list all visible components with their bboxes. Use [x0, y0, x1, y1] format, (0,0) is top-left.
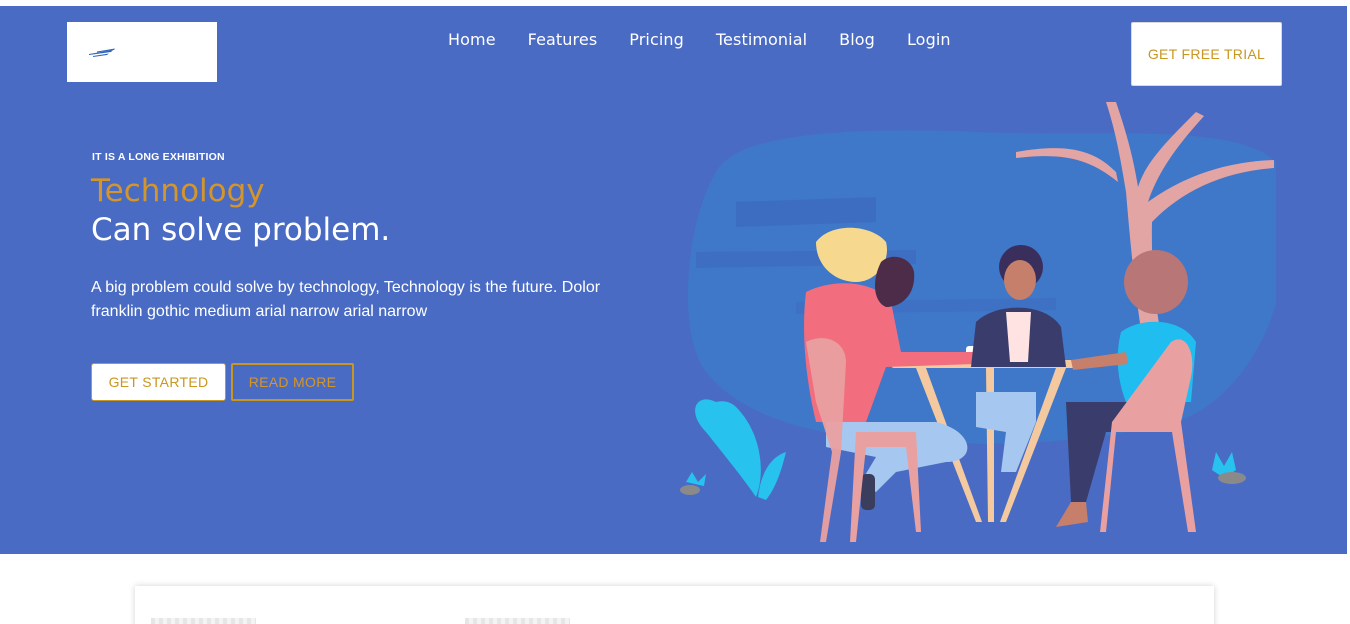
hero-headline: Can solve problem. [91, 212, 391, 248]
card-thumb-placeholder [465, 618, 570, 624]
read-more-button[interactable]: READ MORE [231, 363, 354, 401]
nav-pricing[interactable]: Pricing [613, 30, 700, 49]
card-thumb-placeholder [151, 618, 256, 624]
hero-section: Home Features Pricing Testimonial Blog L… [0, 6, 1347, 554]
logo-icon [89, 48, 115, 57]
feature-card [135, 586, 1214, 624]
nav-blog[interactable]: Blog [823, 30, 891, 49]
get-started-button[interactable]: GET STARTED [91, 363, 226, 401]
brand-logo[interactable] [67, 22, 217, 82]
hero-description: A big problem could solve by technology,… [91, 279, 601, 320]
hero-kicker: IT IS A LONG EXHIBITION [92, 151, 225, 163]
people-at-table-illustration [680, 102, 1276, 542]
nav-testimonial[interactable]: Testimonial [700, 30, 823, 49]
nav-login[interactable]: Login [891, 30, 967, 49]
main-nav: Home Features Pricing Testimonial Blog L… [432, 30, 967, 49]
hero-headline-accent: Technology [91, 173, 265, 209]
get-free-trial-button[interactable]: GET FREE TRIAL [1131, 22, 1282, 86]
nav-home[interactable]: Home [432, 30, 512, 49]
plant-leaf [695, 399, 761, 497]
nav-features[interactable]: Features [512, 30, 614, 49]
